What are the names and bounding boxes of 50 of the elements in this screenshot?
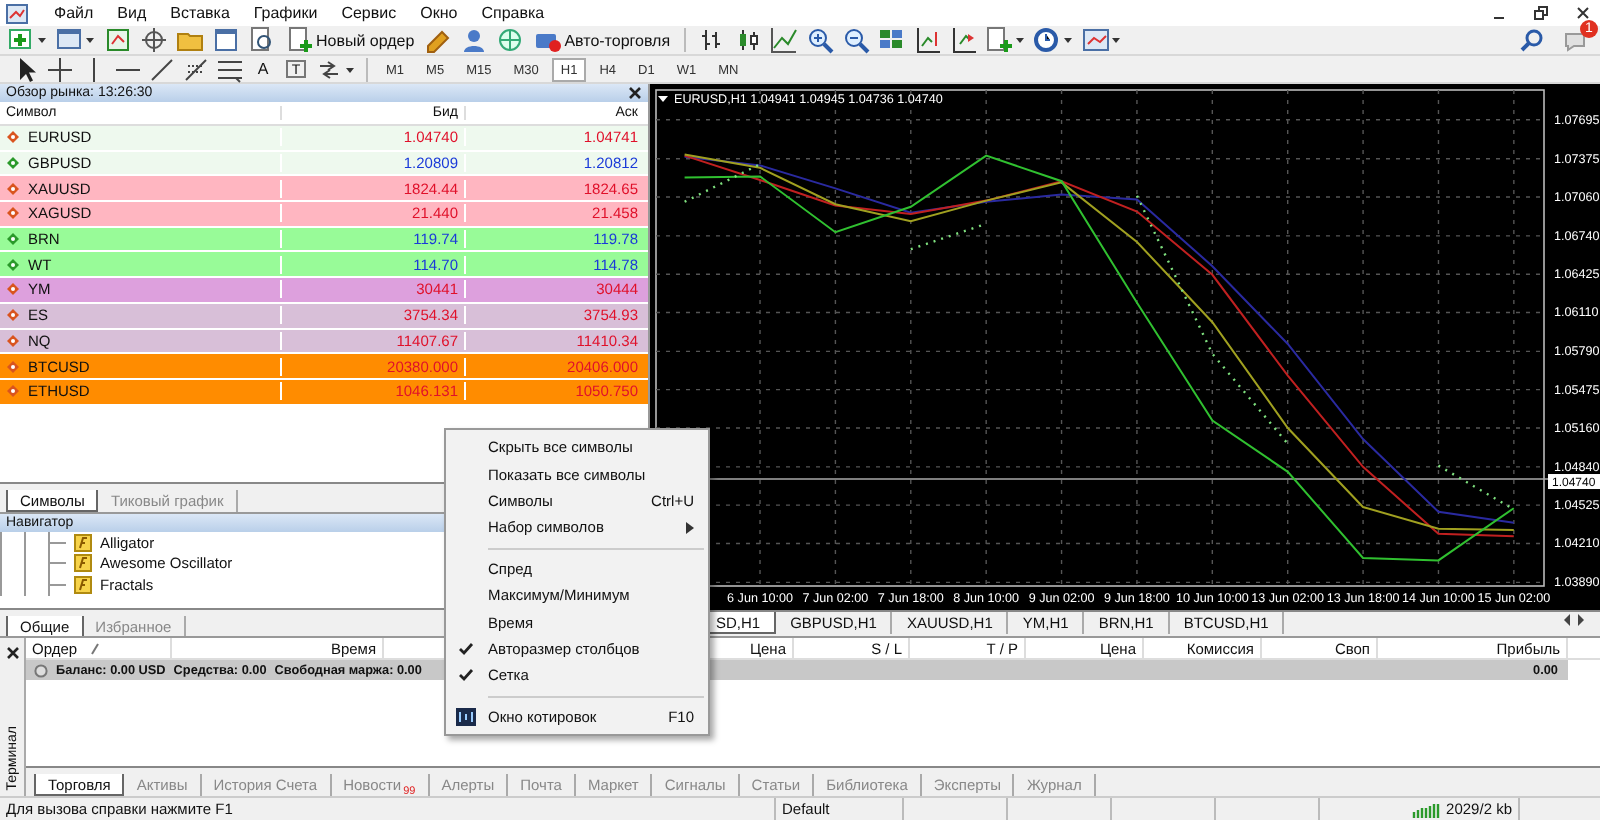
- indicator-icon: [74, 575, 92, 594]
- restore-icon[interactable]: [1532, 4, 1550, 22]
- menu-item[interactable]: Справка: [481, 4, 545, 22]
- magnifier-page-icon[interactable]: [248, 26, 276, 54]
- dropdown-icon[interactable]: [658, 96, 668, 102]
- line-chart-icon[interactable]: [770, 26, 799, 54]
- zoom-in-icon[interactable]: [806, 26, 835, 54]
- close-icon[interactable]: [628, 86, 642, 100]
- balance-icon: [34, 663, 48, 677]
- search-icon[interactable]: [1520, 28, 1544, 52]
- clock-icon[interactable]: [1034, 26, 1075, 54]
- chart-shift-icon[interactable]: [914, 26, 943, 54]
- menu-item[interactable]: Вставка: [170, 4, 230, 22]
- trend-line-icon[interactable]: [148, 55, 176, 83]
- close-icon[interactable]: [5, 646, 19, 660]
- menu-item[interactable]: Графики: [253, 4, 318, 22]
- globe-icon[interactable]: [496, 26, 525, 54]
- fibonacci-icon[interactable]: [182, 55, 210, 83]
- person-icon[interactable]: [460, 26, 489, 54]
- zoom-out-icon[interactable]: [842, 26, 871, 54]
- indicator-icon: [74, 554, 92, 573]
- text-tool-button[interactable]: A: [250, 57, 276, 81]
- menu-item[interactable]: Сервис: [341, 4, 397, 22]
- candlestick-icon[interactable]: [734, 26, 763, 54]
- new-order-button[interactable]: Новый ордер: [284, 26, 417, 54]
- scroll-left-icon[interactable]: [1560, 612, 1574, 628]
- indicator-icon: [74, 533, 92, 552]
- market-watch-icon[interactable]: [104, 26, 132, 54]
- connection-bars-icon: [1412, 801, 1441, 817]
- menu-item[interactable]: Окно: [420, 4, 458, 22]
- tile-windows-icon[interactable]: [878, 26, 907, 54]
- chat-icon[interactable]: [1564, 28, 1588, 52]
- window-icon[interactable]: [212, 26, 240, 54]
- menu-item[interactable]: Вид: [117, 4, 147, 22]
- crosshair-icon[interactable]: [140, 26, 168, 54]
- profiles-icon[interactable]: [56, 26, 96, 54]
- crosshair-icon[interactable]: [46, 55, 74, 83]
- price-chart[interactable]: [650, 84, 1600, 610]
- sort-icon: [89, 641, 100, 655]
- scroll-right-icon[interactable]: [1574, 612, 1588, 628]
- auto-trading-button[interactable]: Авто-торговля: [532, 26, 673, 54]
- autoscroll-icon[interactable]: [950, 26, 979, 54]
- new-chart-icon[interactable]: [8, 26, 48, 54]
- template-icon[interactable]: [986, 26, 1027, 54]
- channel-lines-icon[interactable]: [216, 55, 244, 83]
- app-icon: [6, 3, 28, 23]
- arrows-icon[interactable]: [316, 55, 356, 83]
- menu-item[interactable]: Файл: [54, 4, 94, 22]
- close-icon[interactable]: [1574, 4, 1592, 22]
- chart-window-icon[interactable]: [1082, 26, 1123, 54]
